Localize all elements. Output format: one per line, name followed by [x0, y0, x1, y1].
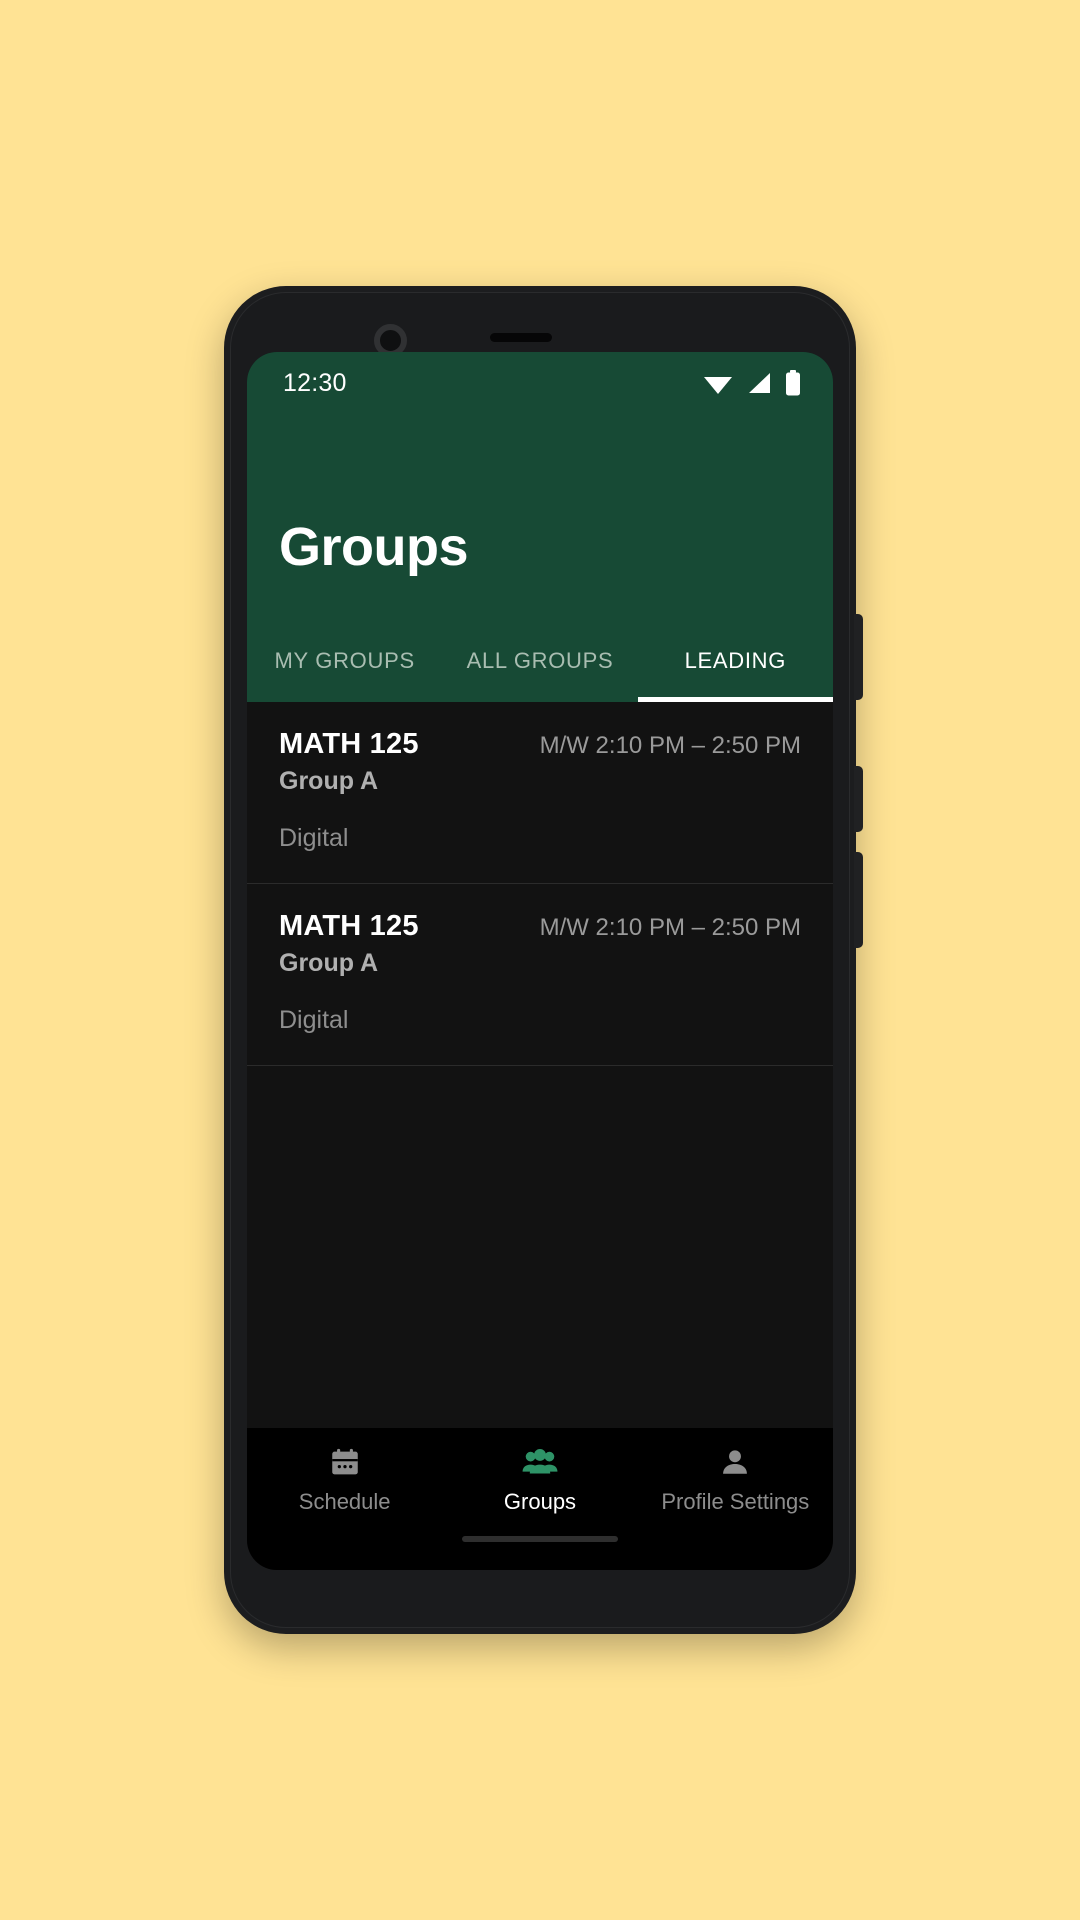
nav-item-profile-settings-label: Profile Settings — [661, 1488, 810, 1514]
status-bar-clock: 12:30 — [283, 368, 347, 397]
nav-item-groups[interactable]: Groups — [442, 1446, 637, 1515]
calendar-icon — [331, 1448, 358, 1474]
tab-leading-label: LEADING — [684, 648, 787, 673]
page-root: 12:30 Groups MY GROUPS ALL GROUPS LEADIN… — [0, 0, 1080, 1920]
tab-bar: MY GROUPS ALL GROUPS LEADING — [247, 626, 833, 702]
meeting-time: M/W 2:10 PM – 2:50 PM — [539, 732, 801, 759]
tab-my-groups[interactable]: MY GROUPS — [247, 626, 442, 702]
nav-item-schedule-label: Schedule — [298, 1488, 391, 1514]
header-title-area: Groups — [247, 414, 833, 626]
group-row-header: MATH 125 M/W 2:10 PM – 2:50 PM — [279, 728, 801, 761]
cellular-signal-icon — [749, 373, 770, 393]
tab-all-groups-label: ALL GROUPS — [466, 648, 614, 673]
bottom-navigation-bar: Schedule Groups Profile Settings — [247, 1428, 833, 1536]
nav-item-groups-label: Groups — [503, 1488, 577, 1514]
phone-screen: 12:30 Groups MY GROUPS ALL GROUPS LEADIN… — [247, 352, 833, 1570]
group-row-header: MATH 125 M/W 2:10 PM – 2:50 PM — [279, 910, 801, 943]
tab-all-groups[interactable]: ALL GROUPS — [442, 626, 637, 702]
home-indicator-area — [247, 1536, 833, 1570]
group-list-item[interactable]: MATH 125 M/W 2:10 PM – 2:50 PM Group A D… — [247, 884, 833, 1066]
tab-my-groups-label: MY GROUPS — [274, 648, 415, 673]
tab-leading[interactable]: LEADING — [637, 626, 833, 702]
course-code: MATH 125 — [279, 910, 419, 942]
group-list-item[interactable]: MATH 125 M/W 2:10 PM – 2:50 PM Group A D… — [247, 702, 833, 884]
earpiece-speaker — [490, 333, 552, 342]
meeting-time: M/W 2:10 PM – 2:50 PM — [539, 914, 801, 941]
groups-list: MATH 125 M/W 2:10 PM – 2:50 PM Group A D… — [247, 702, 833, 1428]
group-modality: Digital — [279, 1006, 349, 1034]
phone-device-frame: 12:30 Groups MY GROUPS ALL GROUPS LEADIN… — [224, 286, 863, 1634]
app-header: 12:30 Groups MY GROUPS ALL GROUPS LEADIN… — [247, 352, 833, 702]
wifi-icon — [704, 377, 732, 394]
battery-icon — [786, 370, 800, 396]
nav-item-profile-settings[interactable]: Profile Settings — [638, 1446, 833, 1515]
person-icon — [723, 1449, 748, 1474]
group-name: Group A — [279, 949, 379, 977]
group-modality: Digital — [279, 824, 349, 852]
course-code: MATH 125 — [279, 728, 419, 760]
volume-up-button[interactable] — [854, 766, 863, 832]
page-title: Groups — [279, 517, 469, 577]
people-icon — [522, 1448, 558, 1474]
nav-item-schedule[interactable]: Schedule — [247, 1446, 442, 1515]
group-name: Group A — [279, 767, 379, 795]
volume-down-button[interactable] — [854, 852, 863, 948]
home-indicator[interactable] — [462, 1536, 618, 1542]
status-bar: 12:30 — [247, 352, 833, 414]
status-bar-icons — [703, 370, 801, 396]
power-button[interactable] — [854, 614, 863, 700]
